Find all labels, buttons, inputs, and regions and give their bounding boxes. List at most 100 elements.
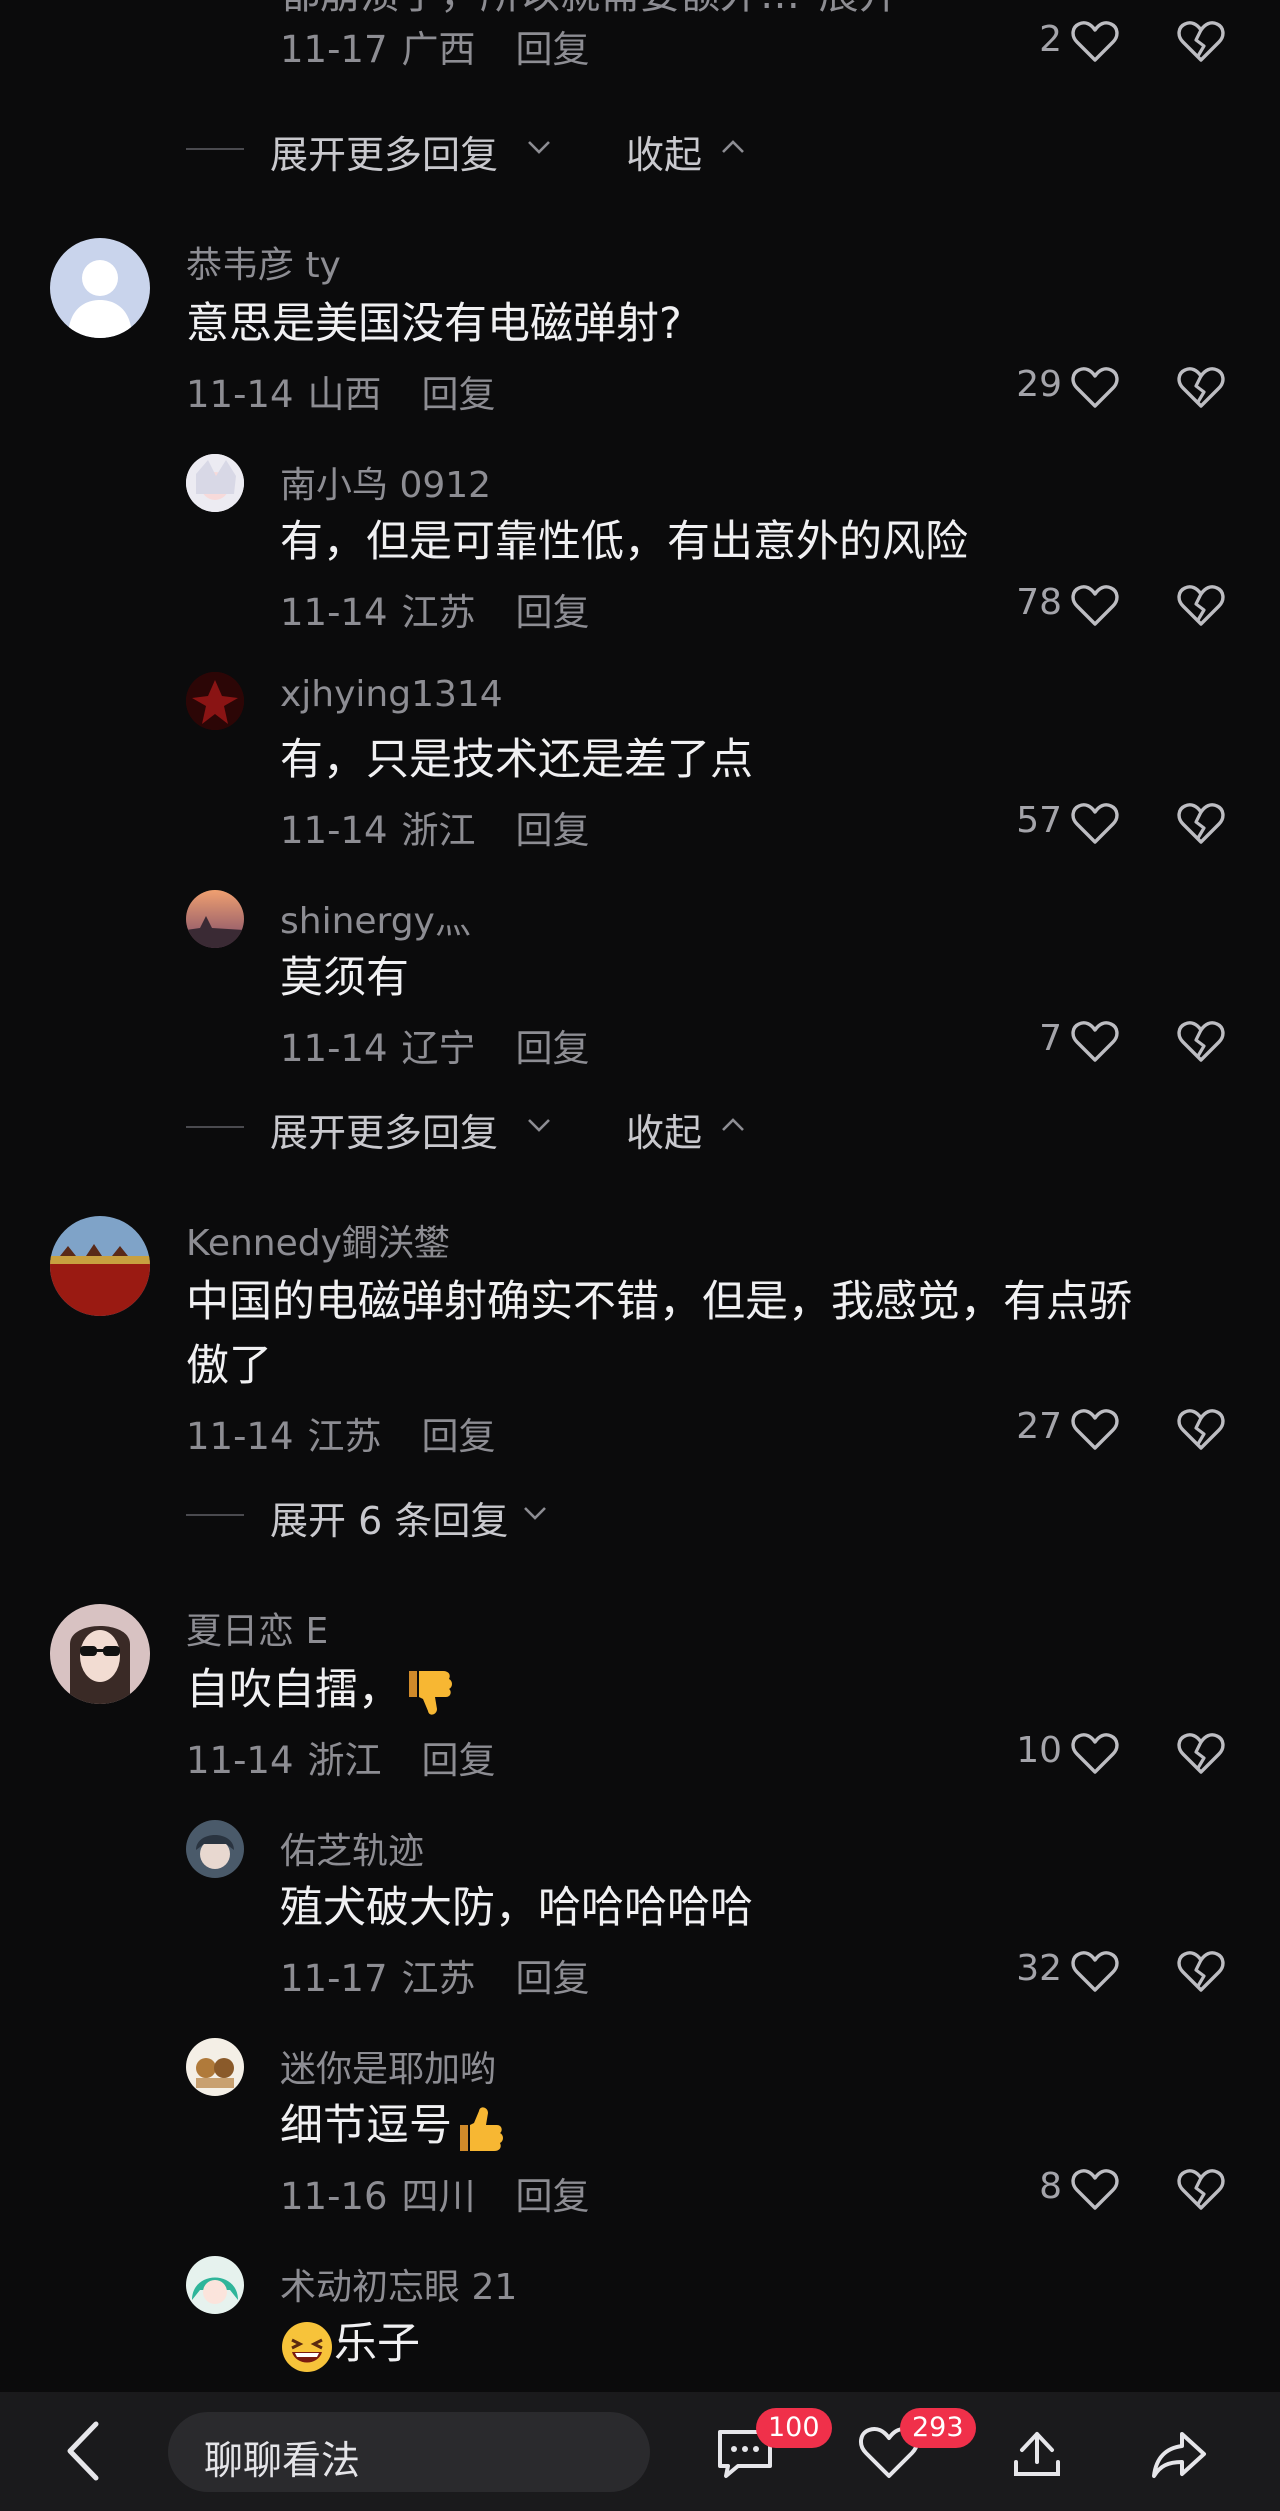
broken-heart-icon[interactable]	[1176, 1408, 1226, 1452]
comment-text: 有，但是可靠性低，有出意外的风险	[280, 517, 968, 567]
comment-username[interactable]: 迷你是耶加哟	[280, 2040, 496, 2092]
comment-input[interactable]: 聊聊看法	[168, 2412, 650, 2492]
collapse-replies-button[interactable]: 收起	[626, 1102, 702, 1157]
like-count: 27	[1016, 1406, 1062, 1447]
reply-expander: 展开更多回复 收起	[0, 118, 1280, 178]
heart-icon[interactable]	[1070, 20, 1120, 64]
comment-count-badge: 100	[756, 2408, 832, 2448]
reply-expander: 展开 6 条回复	[0, 1484, 1280, 1544]
forward-icon[interactable]	[1146, 2422, 1212, 2484]
comment-date: 11-14	[186, 1415, 294, 1458]
broken-heart-icon[interactable]	[1176, 366, 1226, 410]
reply-button[interactable]: 回复	[516, 28, 590, 71]
like-count: 2	[1039, 19, 1062, 60]
comment-location: 浙江	[401, 809, 476, 852]
comment-location: 浙江	[307, 1739, 382, 1782]
comment-date: 11-14	[280, 809, 388, 852]
broken-heart-icon[interactable]	[1176, 802, 1226, 846]
avatar[interactable]	[186, 890, 244, 948]
heart-icon[interactable]	[1070, 366, 1120, 410]
comment-date: 11-14	[186, 373, 294, 416]
like-count: 78	[1016, 582, 1062, 623]
like-count: 57	[1016, 800, 1062, 841]
reply-button[interactable]: 回复	[422, 373, 496, 416]
comment-meta: 11-14 浙江 回复	[186, 1730, 496, 1784]
comment-date: 11-16	[280, 2175, 388, 2218]
comment-username[interactable]: 恭韦彦 ty	[186, 236, 341, 288]
expand-six-replies-button[interactable]: 展开 6 条回复	[270, 1490, 508, 1545]
bottom-action-bar: 聊聊看法 100 293	[0, 2392, 1280, 2511]
broken-heart-icon[interactable]	[1176, 1950, 1226, 1994]
comment-location: 山西	[307, 373, 382, 416]
comment-username[interactable]: Kennedy鐧浂鐢	[186, 1214, 450, 1266]
expand-more-replies-button[interactable]: 展开更多回复	[270, 1102, 498, 1157]
heart-icon[interactable]	[1070, 1020, 1120, 1064]
heart-icon[interactable]	[1070, 2168, 1120, 2212]
reply-button[interactable]: 回复	[516, 591, 590, 634]
reply-expander: 展开更多回复 收起	[0, 1096, 1280, 1156]
comment-date: 11-14	[280, 1027, 388, 1070]
comment-username[interactable]: shinergy灬	[280, 892, 471, 944]
comment-location: 江苏	[401, 1957, 476, 2000]
avatar[interactable]	[50, 238, 150, 338]
broken-heart-icon[interactable]	[1176, 1732, 1226, 1776]
comment-text: 莫须有	[280, 953, 409, 1003]
comment-date: 11-14	[186, 1739, 294, 1782]
heart-icon[interactable]	[1070, 584, 1120, 628]
comment-username[interactable]: 夏日恋 E	[186, 1602, 328, 1654]
avatar[interactable]	[186, 2256, 244, 2314]
comment-username[interactable]: xjhying1314	[280, 674, 503, 715]
broken-heart-icon[interactable]	[1176, 584, 1226, 628]
comment-meta: 11-14 山西 回复	[186, 364, 496, 418]
heart-icon[interactable]	[1070, 1408, 1120, 1452]
comment-username[interactable]: 术动初忘眼 21	[280, 2258, 517, 2310]
reply-button[interactable]: 回复	[422, 1415, 496, 1458]
avatar[interactable]	[50, 1604, 150, 1704]
comment-item: 都崩溃了，所以就需要额外… 展开 11-17 广西回复 2	[0, 0, 1280, 80]
expand-text-link[interactable]: 展开	[819, 0, 899, 18]
broken-heart-icon[interactable]	[1176, 1020, 1226, 1064]
like-count: 32	[1016, 1948, 1062, 1989]
comment-meta: 11-17 江苏 回复	[280, 1948, 590, 2002]
avatar[interactable]	[186, 672, 244, 730]
avatar[interactable]	[186, 2038, 244, 2096]
expand-more-replies-button[interactable]: 展开更多回复	[270, 124, 498, 179]
comment-text: 有，只是技术还是差了点	[280, 735, 753, 785]
heart-icon[interactable]	[1070, 1950, 1120, 1994]
thumbs-up-icon	[452, 2101, 508, 2157]
broken-heart-icon[interactable]	[1176, 2168, 1226, 2212]
comment-location: 辽宁	[401, 1027, 476, 1070]
reply-button[interactable]: 回复	[516, 809, 590, 852]
divider-line	[186, 148, 244, 150]
comment-text: 中国的电磁弹射确实不错，但是，我感觉，有点骄	[186, 1277, 1132, 1327]
reply-button[interactable]: 回复	[422, 1739, 496, 1782]
comment-date: 11-17	[280, 1957, 388, 2000]
comment-username[interactable]: 南小鸟 0912	[280, 456, 491, 508]
comment-feed[interactable]: 都崩溃了，所以就需要额外… 展开 11-17 广西回复 2 展开更多回复 收起 恭…	[0, 0, 1280, 2392]
comment-meta: 11-14 辽宁 回复	[280, 1018, 590, 1072]
avatar[interactable]	[186, 1820, 244, 1878]
share-icon[interactable]	[1004, 2422, 1070, 2484]
reply-button[interactable]: 回复	[516, 2175, 590, 2218]
chevron-up-icon	[718, 132, 748, 162]
avatar[interactable]	[50, 1216, 150, 1316]
comment-username[interactable]: 佑芝轨迹	[280, 1822, 424, 1874]
reply-button[interactable]: 回复	[516, 1957, 590, 2000]
divider-line	[186, 1126, 244, 1128]
chevron-down-icon	[524, 132, 554, 162]
collapse-replies-button[interactable]: 收起	[626, 124, 702, 179]
heart-icon[interactable]	[1070, 1732, 1120, 1776]
comment-meta: 11-16 四川 回复	[280, 2166, 590, 2220]
avatar[interactable]	[186, 454, 244, 512]
like-count: 29	[1016, 364, 1062, 405]
broken-heart-icon[interactable]	[1176, 20, 1226, 64]
like-count: 10	[1016, 1730, 1062, 1771]
chevron-up-icon	[718, 1110, 748, 1140]
comment-meta: 11-17 广西 回复	[280, 19, 590, 73]
heart-icon[interactable]	[1070, 802, 1120, 846]
laughing-face-icon	[280, 2320, 334, 2374]
comment-text: 都崩溃了，所以就需要额外…	[280, 0, 800, 18]
comment-meta: 11-14 浙江 回复	[280, 800, 590, 854]
back-icon[interactable]	[58, 2416, 108, 2486]
reply-button[interactable]: 回复	[516, 1027, 590, 1070]
